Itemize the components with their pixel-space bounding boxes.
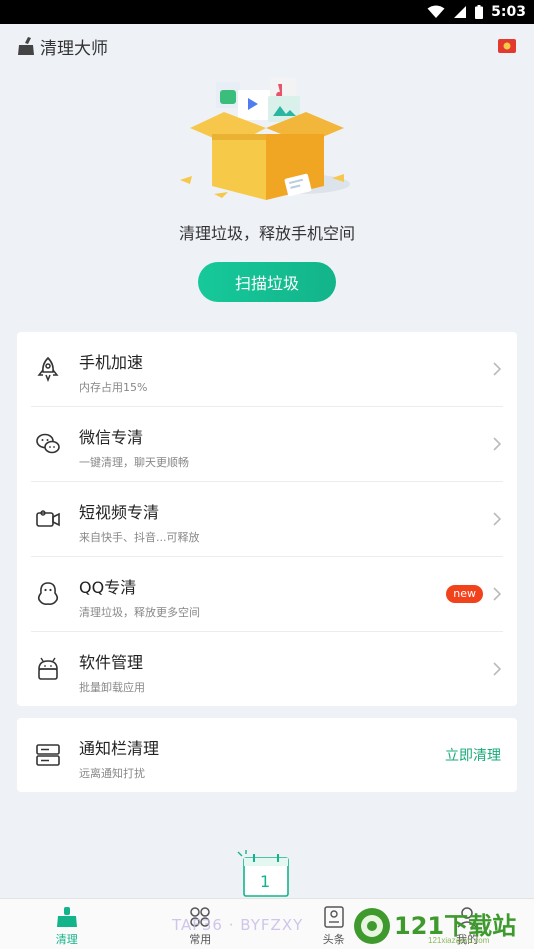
feature-subtitle: 清理垃圾，释放更多空间	[79, 606, 200, 619]
watermark-text: TAF36 · BYFZXY	[172, 916, 304, 934]
chevron-right-icon	[493, 662, 501, 676]
chevron-right-icon	[493, 587, 501, 601]
news-icon	[324, 906, 344, 928]
site-logo-icon	[354, 908, 390, 944]
status-bar: 5:03	[0, 0, 534, 24]
tab-label: 头条	[322, 933, 345, 946]
chevron-right-icon	[493, 512, 501, 526]
gift-flag-icon[interactable]	[498, 39, 516, 53]
hero-section: 清理垃圾，释放手机空间 扫描垃圾	[0, 68, 534, 328]
tab-clean[interactable]: 清理	[0, 899, 134, 949]
video-camera-icon	[36, 510, 60, 527]
clean-now-button[interactable]: 立即清理	[445, 745, 501, 765]
hero-slogan: 清理垃圾，释放手机空间	[178, 224, 355, 243]
scan-junk-button[interactable]: 扫描垃圾	[198, 262, 336, 302]
open-box-illustration	[180, 78, 350, 200]
feature-subtitle: 批量卸载应用	[79, 681, 145, 694]
watermark-url: 121xiazaiwu.com	[428, 936, 490, 945]
feature-subtitle: 内存占用15%	[79, 381, 148, 394]
feature-title: 短视频专清	[79, 503, 160, 522]
feature-title: 手机加速	[79, 353, 144, 372]
broom-logo-icon	[18, 37, 34, 55]
notification-title: 通知栏清理	[79, 739, 160, 758]
app-title: 清理大师	[40, 38, 108, 59]
new-badge: new	[446, 585, 483, 603]
watermark-logo: 121下载站	[350, 902, 516, 949]
feature-row-short-video[interactable]: 短视频专清 来自快手、抖音...可释放	[17, 482, 517, 557]
android-icon	[38, 657, 58, 680]
qq-penguin-icon	[37, 582, 59, 605]
calendar-widget[interactable]: 1	[236, 850, 292, 902]
battery-icon	[475, 5, 484, 19]
feature-row-wechat[interactable]: 微信专清 一键清理，聊天更顺畅	[17, 407, 517, 482]
tab-label: 清理	[55, 933, 78, 946]
status-time: 5:03	[491, 4, 526, 20]
broom-icon	[56, 907, 77, 927]
wechat-icon	[36, 433, 60, 454]
chevron-right-icon	[493, 362, 501, 376]
notification-bar-icon	[36, 744, 60, 766]
notification-clean-row[interactable]: 通知栏清理 远离通知打扰 立即清理	[17, 718, 517, 792]
feature-subtitle: 一键清理，聊天更顺畅	[79, 456, 189, 469]
rocket-icon	[37, 356, 59, 382]
notification-clean-card: 通知栏清理 远离通知打扰 立即清理	[17, 718, 517, 792]
feature-row-speedup[interactable]: 手机加速 内存占用15%	[17, 332, 517, 407]
notification-subtitle: 远离通知打扰	[79, 767, 145, 780]
feature-row-app-manager[interactable]: 软件管理 批量卸载应用	[17, 632, 517, 707]
feature-row-qq[interactable]: QQ专清 清理垃圾，释放更多空间 new	[17, 557, 517, 632]
wifi-icon	[427, 5, 445, 18]
cell-signal-icon	[454, 6, 467, 18]
feature-subtitle: 来自快手、抖音...可释放	[79, 531, 200, 544]
app-bar: 清理大师	[0, 24, 534, 68]
chevron-right-icon	[493, 437, 501, 451]
calendar-day: 1	[260, 872, 271, 891]
feature-title: 微信专清	[79, 428, 144, 447]
feature-title: QQ专清	[79, 578, 137, 597]
feature-list-card: 手机加速 内存占用15% 微信专清 一键清理，聊天更顺畅 短视频专清 来自快手、…	[17, 332, 517, 706]
feature-title: 软件管理	[79, 653, 144, 672]
